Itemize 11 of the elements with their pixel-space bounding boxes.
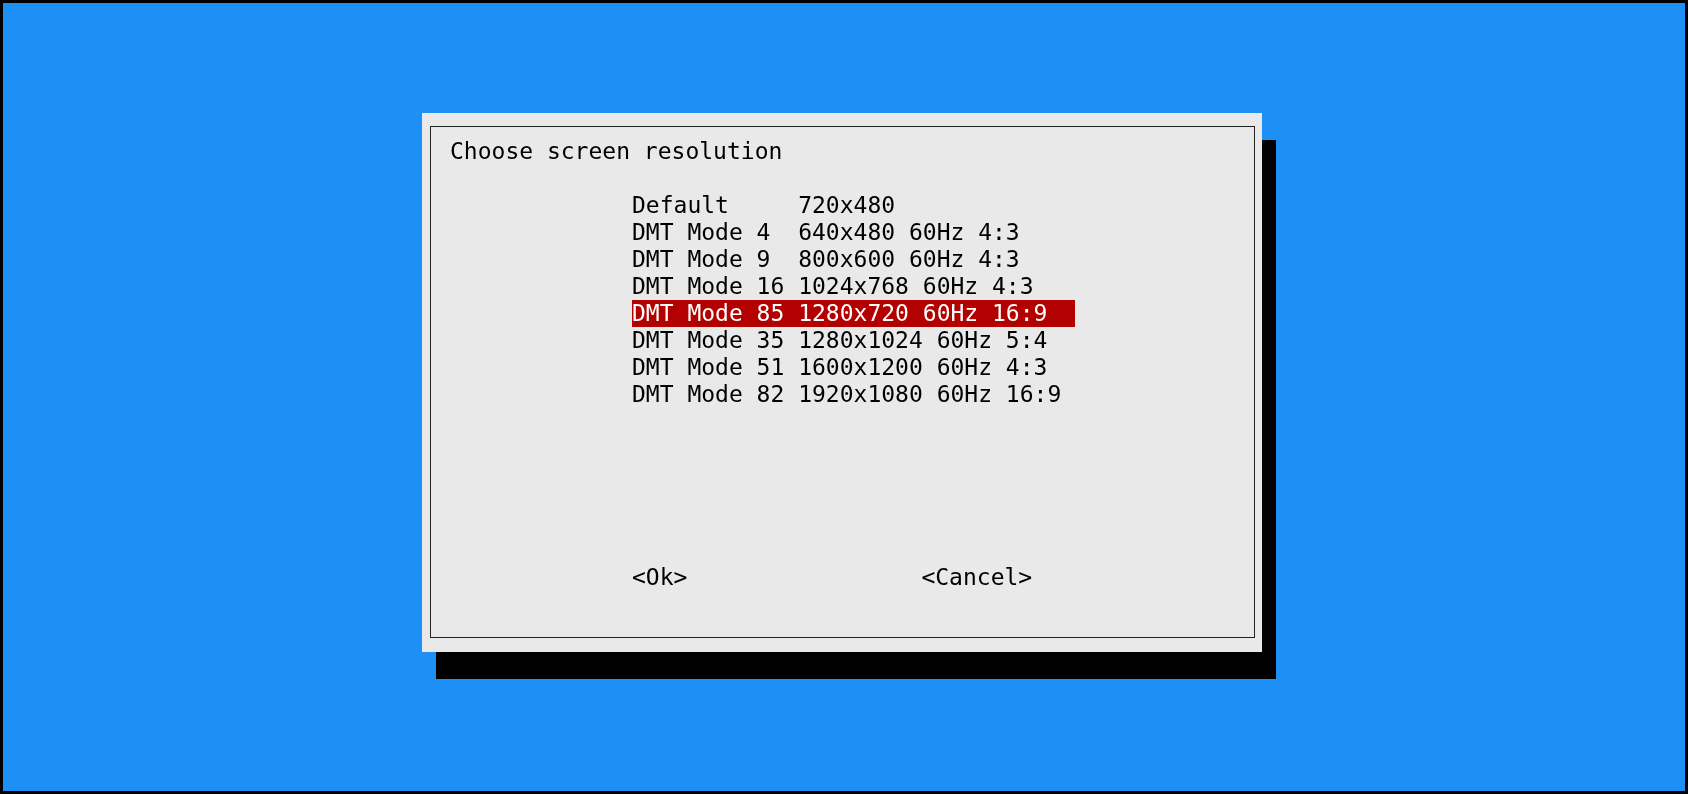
resolution-option[interactable]: DMT Mode 35 1280x1024 60Hz 5:4 bbox=[632, 327, 1076, 354]
resolution-option[interactable]: DMT Mode 16 1024x768 60Hz 4:3 bbox=[632, 273, 1076, 300]
resolution-option[interactable]: DMT Mode 51 1600x1200 60Hz 4:3 bbox=[632, 354, 1076, 381]
resolution-option[interactable]: DMT Mode 85 1280x720 60Hz 16:9 bbox=[632, 300, 1076, 327]
resolution-option[interactable]: Default 720x480 bbox=[632, 192, 1076, 219]
dialog-title: Choose screen resolution bbox=[450, 138, 783, 164]
resolution-option[interactable]: DMT Mode 9 800x600 60Hz 4:3 bbox=[632, 246, 1076, 273]
resolution-option[interactable]: DMT Mode 4 640x480 60Hz 4:3 bbox=[632, 219, 1076, 246]
resolution-option[interactable]: DMT Mode 82 1920x1080 60Hz 16:9 bbox=[632, 381, 1076, 408]
dialog-button[interactable]: <Cancel> bbox=[921, 564, 1033, 591]
dialog-button[interactable]: <Ok> bbox=[632, 564, 688, 591]
